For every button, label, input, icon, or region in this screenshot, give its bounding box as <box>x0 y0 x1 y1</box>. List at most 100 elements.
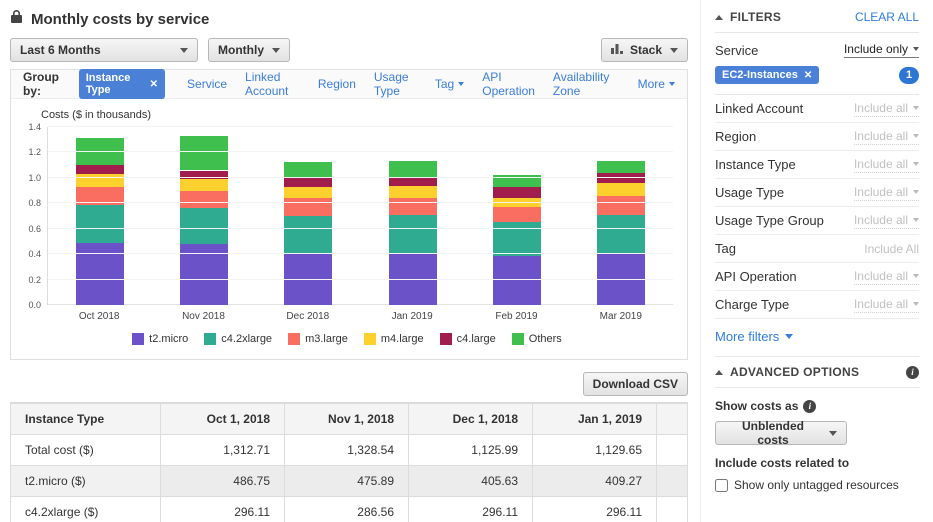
filter-include-value: Include all <box>854 157 908 171</box>
groupby-option-region[interactable]: Region <box>318 77 356 91</box>
chevron-down-icon <box>913 302 919 306</box>
service-filter-row: Service Include only <box>715 42 919 58</box>
info-icon[interactable]: i <box>803 400 816 413</box>
bar-segment-m3-large[interactable] <box>180 191 228 208</box>
table-header-cell[interactable]: Jan 1, 2019 <box>533 404 657 435</box>
groupby-option-service[interactable]: Service <box>187 77 227 91</box>
bar-segment-Others[interactable] <box>597 161 645 173</box>
filter-row-api-operation: API OperationInclude all <box>715 263 919 291</box>
bar-segment-m3-large[interactable] <box>597 196 645 214</box>
bar-segment-c4-large[interactable] <box>493 187 541 197</box>
table-header-cell[interactable]: Oct 1, 2018 <box>161 404 285 435</box>
filters-title: FILTERS <box>730 10 781 24</box>
groupby-active-pill[interactable]: Instance Type ✕ <box>79 69 165 99</box>
filters-sidebar: FILTERS CLEAR ALL Service Include only E… <box>700 0 933 522</box>
bar-segment-c4-2xlarge[interactable] <box>389 215 437 253</box>
bar-segment-c4-2xlarge[interactable] <box>284 216 332 254</box>
bar-segment-m4-large[interactable] <box>284 187 332 198</box>
filter-include-select[interactable]: Include All <box>864 242 919 256</box>
groupby-active-label: Instance Type <box>86 72 144 96</box>
table-header-cell[interactable]: Instance Type <box>11 404 161 435</box>
bar-segment-t2-micro[interactable] <box>493 256 541 305</box>
chevron-down-icon <box>913 190 919 194</box>
groupby-option-linked-account[interactable]: Linked Account <box>245 70 300 98</box>
bar-segment-c4-large[interactable] <box>284 178 332 187</box>
legend-item: c4.2xlarge <box>204 333 272 345</box>
time-range-select[interactable]: Last 6 Months <box>10 38 198 62</box>
row-value-cell: 1,125.99 <box>409 435 533 466</box>
chart-title: Costs ($ in thousands) <box>41 109 677 121</box>
granularity-select[interactable]: Monthly <box>208 38 290 62</box>
bar-segment-Others[interactable] <box>389 161 437 177</box>
filter-row-instance-type: Instance TypeInclude all <box>715 151 919 179</box>
groupby-option-label: More <box>638 77 665 91</box>
filter-include-select[interactable]: Include all <box>854 101 919 117</box>
filter-include-value: Include all <box>854 129 908 143</box>
legend-swatch <box>132 333 144 345</box>
bar-segment-c4-2xlarge[interactable] <box>76 205 124 243</box>
table-header-cell[interactable]: Nov 1, 2018 <box>285 404 409 435</box>
x-tick-label: Oct 2018 <box>47 311 151 322</box>
groupby-option-more[interactable]: More <box>638 77 675 91</box>
page-title: Monthly costs by service <box>31 11 209 28</box>
filter-include-select[interactable]: Include all <box>854 129 919 145</box>
legend-swatch <box>440 333 452 345</box>
cost-type-value: Unblended costs <box>725 419 821 447</box>
clear-all-link[interactable]: CLEAR ALL <box>855 10 919 24</box>
service-filter-pill[interactable]: EC2-Instances ✕ <box>715 66 819 84</box>
more-filters-link[interactable]: More filters <box>715 329 793 344</box>
bar-segment-c4-2xlarge[interactable] <box>180 208 228 244</box>
untagged-checkbox[interactable] <box>715 479 728 492</box>
filter-include-select[interactable]: Include all <box>854 157 919 173</box>
bar-segment-m3-large[interactable] <box>493 207 541 222</box>
include-costs-label: Include costs related to <box>715 456 919 470</box>
info-icon[interactable]: i <box>906 366 919 379</box>
chevron-down-icon <box>913 106 919 110</box>
gridline <box>48 228 673 229</box>
row-value-cell: 1,328.54 <box>285 435 409 466</box>
y-tick-label: 1.2 <box>28 147 41 157</box>
bar-segment-m4-large[interactable] <box>180 179 228 190</box>
row-label-cell: t2.micro ($) <box>11 466 161 497</box>
groupby-option-api-operation[interactable]: API Operation <box>482 70 535 98</box>
bar-segment-m3-large[interactable] <box>284 198 332 216</box>
close-icon[interactable]: ✕ <box>150 79 158 90</box>
groupby-option-tag[interactable]: Tag <box>435 77 464 91</box>
bar-segment-c4-large[interactable] <box>389 177 437 185</box>
bar-segment-c4-large[interactable] <box>180 171 228 180</box>
x-axis-labels: Oct 2018Nov 2018Dec 2018Jan 2019Feb 2019… <box>47 311 673 322</box>
filter-include-select[interactable]: Include all <box>854 297 919 313</box>
chevron-down-icon <box>913 162 919 166</box>
row-stub-cell <box>657 466 688 497</box>
groupby-option-label: Availability Zone <box>553 70 612 98</box>
groupby-option-usage-type[interactable]: Usage Type <box>374 70 417 98</box>
time-range-value: Last 6 Months <box>20 43 101 57</box>
main-content: Monthly costs by service Last 6 Months M… <box>0 0 700 522</box>
row-value-cell: 405.63 <box>409 466 533 497</box>
y-tick-label: 1.0 <box>28 173 41 183</box>
bar-segment-c4-large[interactable] <box>597 173 645 183</box>
bar-segment-c4-2xlarge[interactable] <box>597 215 645 253</box>
collapse-up-icon[interactable] <box>715 370 723 375</box>
legend-item: t2.micro <box>132 333 188 345</box>
bar-segment-m4-large[interactable] <box>389 186 437 198</box>
bar-segment-Others[interactable] <box>284 162 332 178</box>
filter-include-select[interactable]: Include all <box>854 269 919 285</box>
collapse-up-icon[interactable] <box>715 15 723 20</box>
download-csv-button[interactable]: Download CSV <box>583 372 688 396</box>
gridline <box>48 279 673 280</box>
filter-include-select[interactable]: Include all <box>854 185 919 201</box>
bar-segment-m4-large[interactable] <box>597 183 645 196</box>
groupby-option-availability-zone[interactable]: Availability Zone <box>553 70 612 98</box>
table-header-row: Instance TypeOct 1, 2018Nov 1, 2018Dec 1… <box>11 404 688 435</box>
bar-segment-c4-large[interactable] <box>76 165 124 174</box>
stack-style-select[interactable]: Stack <box>601 38 688 62</box>
bar-segment-Others[interactable] <box>180 136 228 170</box>
close-icon[interactable]: ✕ <box>804 70 812 81</box>
table-body: Total cost ($)1,312.711,328.541,125.991,… <box>11 435 688 522</box>
cost-type-select[interactable]: Unblended costs <box>715 421 847 445</box>
service-mode-select[interactable]: Include only <box>844 42 919 58</box>
filter-include-select[interactable]: Include all <box>854 213 919 229</box>
table-header-cell[interactable]: Dec 1, 2018 <box>409 404 533 435</box>
bar-segment-m3-large[interactable] <box>389 198 437 216</box>
